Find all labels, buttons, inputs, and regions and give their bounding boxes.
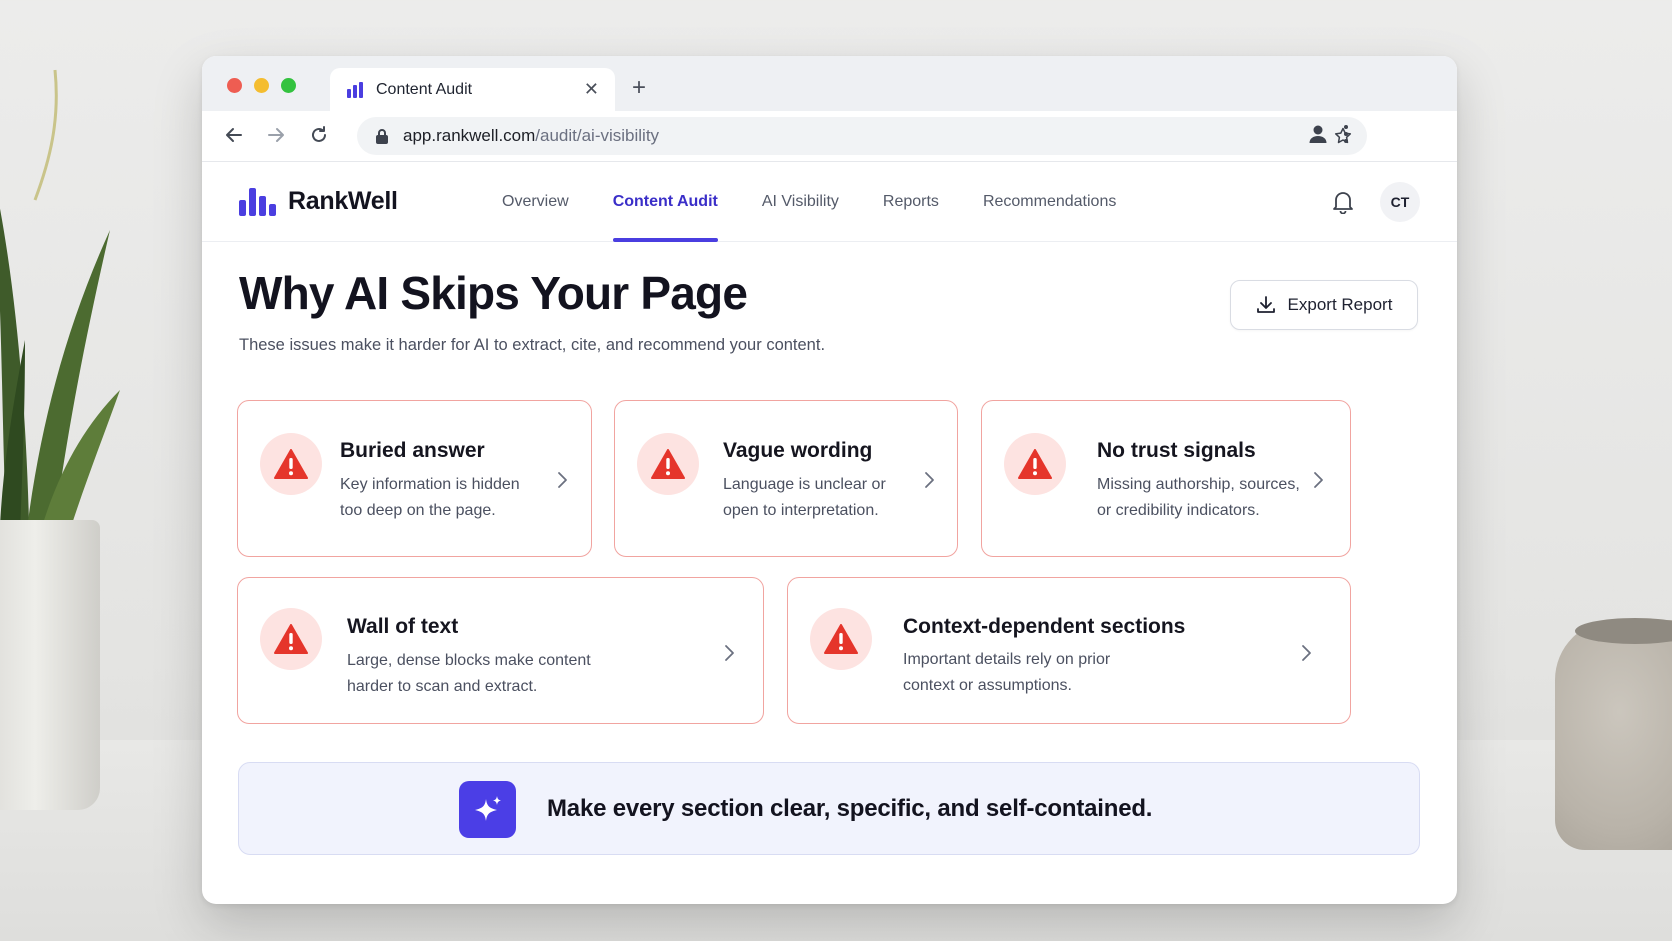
issue-description: Language is unclear or open to interpreta… [723, 476, 886, 519]
issue-card-context-dependent[interactable]: Context-dependent sections Important det… [787, 577, 1351, 724]
page-title: Why AI Skips Your Page [239, 267, 748, 319]
issue-title: Buried answer [340, 439, 485, 462]
url-text: app.rankwell.com/audit/ai-visibility [403, 126, 660, 145]
issue-title: Context-dependent sections [903, 615, 1186, 638]
page-subtitle: These issues make it harder for AI to ex… [239, 336, 826, 354]
brand-logo[interactable]: RankWell [239, 187, 398, 216]
warning-icon [637, 433, 699, 495]
tab-strip: Content Audit ✕ + [202, 56, 1457, 111]
maximize-window-button[interactable] [281, 78, 296, 93]
issue-card-wall-of-text[interactable]: Wall of text Large, dense blocks make co… [237, 577, 764, 724]
close-window-button[interactable] [227, 78, 242, 93]
issue-description: Key information is hidden too deep on the… [340, 476, 520, 519]
issue-title: No trust signals [1097, 439, 1256, 462]
export-report-button[interactable]: Export Report [1230, 280, 1418, 330]
lock-icon [376, 129, 388, 144]
issue-description: Missing authorship, sources, or credibili… [1097, 476, 1300, 519]
issue-card-buried-answer[interactable]: Buried answer Key information is hidden t… [237, 400, 592, 557]
window-controls [227, 78, 296, 93]
issue-card-vague-wording[interactable]: Vague wording Language is unclear or open… [614, 400, 958, 557]
export-report-label: Export Report [1287, 295, 1393, 314]
issue-description: Important details rely on prior context o… [903, 651, 1111, 694]
back-icon[interactable] [222, 123, 246, 147]
notifications-bell-icon[interactable] [1332, 190, 1354, 219]
browser-tab[interactable]: Content Audit ✕ [330, 68, 615, 111]
stone-pot [1555, 620, 1672, 850]
nav-recommendations[interactable]: Recommendations [961, 162, 1138, 242]
reload-icon[interactable] [307, 123, 331, 147]
warning-icon [260, 608, 322, 670]
more-menu-icon[interactable] [1342, 123, 1350, 150]
chevron-right-icon [1314, 472, 1323, 488]
issue-title: Vague wording [723, 439, 873, 462]
minimize-window-button[interactable] [254, 78, 269, 93]
nav-content-audit[interactable]: Content Audit [591, 162, 740, 242]
warning-icon [260, 433, 322, 495]
warning-icon [1004, 433, 1066, 495]
warning-icon [810, 608, 872, 670]
browser-window: Content Audit ✕ + app.rankwell.com/audit… [202, 56, 1457, 904]
address-bar[interactable]: app.rankwell.com/audit/ai-visibility [357, 117, 1367, 155]
brand-name: RankWell [288, 187, 398, 215]
chevron-right-icon [558, 472, 567, 488]
sparkle-icon [459, 781, 516, 838]
user-avatar[interactable]: CT [1380, 182, 1420, 222]
tip-banner: Make every section clear, specific, and … [238, 762, 1420, 855]
tab-title: Content Audit [376, 80, 473, 98]
nav-ai-visibility[interactable]: AI Visibility [740, 162, 861, 242]
tip-text: Make every section clear, specific, and … [547, 795, 1153, 822]
chevron-right-icon [725, 645, 734, 661]
favicon-bar-chart-icon [347, 81, 363, 98]
main-nav: Overview Content Audit AI Visibility Rep… [480, 162, 1138, 242]
logo-bars-icon [239, 188, 276, 216]
close-tab-icon[interactable]: ✕ [584, 79, 599, 100]
app-header: RankWell Overview Content Audit AI Visib… [202, 162, 1457, 242]
profile-icon[interactable] [1307, 123, 1329, 150]
chevron-right-icon [1302, 645, 1311, 661]
plant-pot [0, 520, 100, 810]
nav-overview[interactable]: Overview [480, 162, 591, 242]
chevron-right-icon [925, 472, 934, 488]
issue-title: Wall of text [347, 615, 459, 638]
forward-icon[interactable] [264, 123, 288, 147]
new-tab-icon[interactable]: + [632, 74, 646, 102]
download-icon [1256, 296, 1275, 313]
nav-reports[interactable]: Reports [861, 162, 961, 242]
issue-card-no-trust-signals[interactable]: No trust signals Missing authorship, sou… [981, 400, 1351, 557]
browser-toolbar: app.rankwell.com/audit/ai-visibility [202, 111, 1457, 162]
issue-description: Large, dense blocks make content harder t… [347, 652, 591, 695]
